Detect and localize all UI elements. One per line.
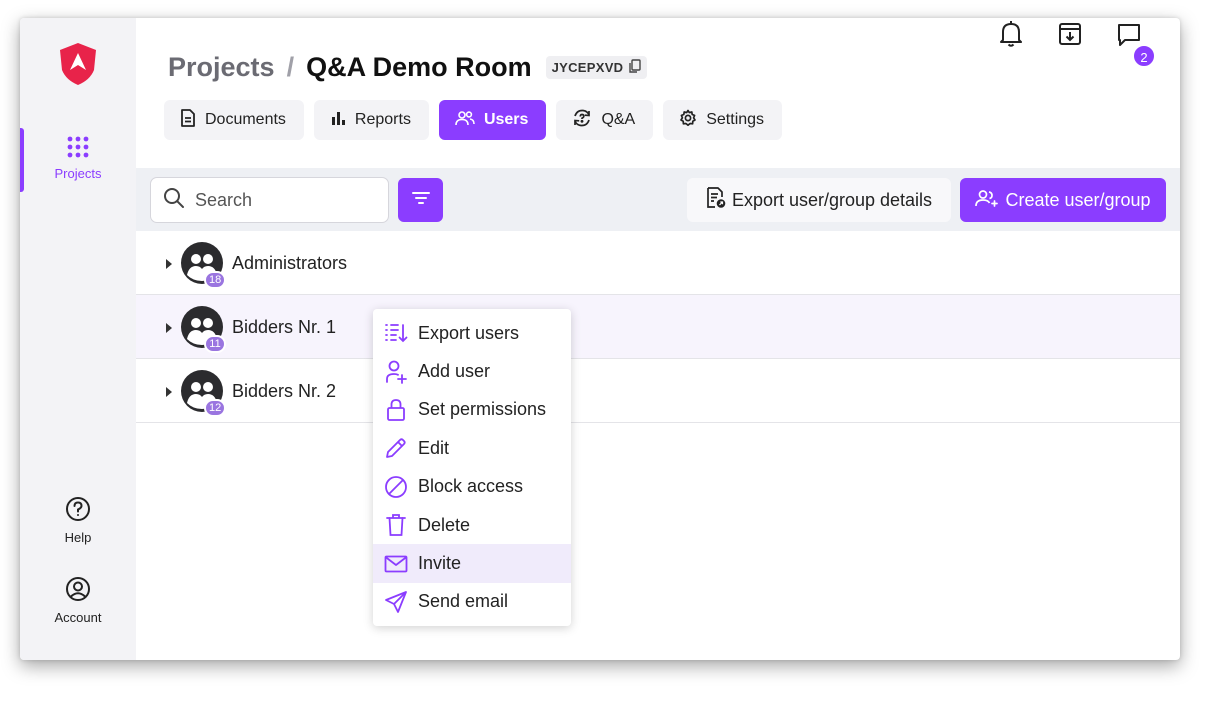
tab-label: Settings bbox=[706, 111, 765, 128]
chat-icon[interactable] bbox=[1116, 18, 1142, 48]
menu-item-send-email[interactable]: Send email bbox=[373, 583, 571, 621]
add-users-icon bbox=[975, 189, 999, 212]
create-user-group-button[interactable]: Create user/group bbox=[960, 178, 1166, 222]
search-box bbox=[150, 177, 389, 223]
search-input[interactable] bbox=[195, 189, 375, 211]
menu-item-delete[interactable]: Delete bbox=[373, 506, 571, 544]
group-name: Administrators bbox=[232, 253, 348, 273]
grid-dots-icon bbox=[20, 136, 136, 161]
block-icon bbox=[383, 475, 409, 499]
copy-icon[interactable] bbox=[628, 58, 642, 76]
expand-caret-icon[interactable] bbox=[165, 321, 173, 339]
sync-question-icon bbox=[572, 108, 592, 133]
menu-item-export-users[interactable]: Export users bbox=[373, 314, 571, 352]
menu-item-label: Edit bbox=[418, 437, 450, 458]
page-title: Q&A Demo Room bbox=[306, 51, 532, 82]
menu-item-label: Delete bbox=[418, 514, 471, 535]
group-name: Bidders Nr. 1 bbox=[232, 317, 337, 337]
bell-icon[interactable] bbox=[998, 18, 1024, 48]
group-row-bidders-2[interactable]: 12 Bidders Nr. 2 bbox=[136, 359, 1180, 423]
tab-documents[interactable]: Documents bbox=[164, 100, 304, 140]
sidebar-item-label: Projects bbox=[54, 166, 102, 181]
pencil-icon bbox=[383, 437, 409, 459]
menu-item-block-access[interactable]: Block access bbox=[373, 468, 571, 506]
tab-reports[interactable]: Reports bbox=[313, 100, 429, 140]
sidebar-item-help[interactable]: Help bbox=[20, 496, 136, 545]
bar-chart-icon bbox=[330, 110, 346, 131]
menu-item-edit[interactable]: Edit bbox=[373, 429, 571, 467]
user-circle-icon bbox=[20, 576, 136, 605]
download-box-icon[interactable] bbox=[1057, 18, 1083, 48]
group-row-bidders-1[interactable]: 11 Bidders Nr. 1 bbox=[136, 295, 1180, 359]
export-list-icon bbox=[383, 322, 409, 344]
export-button-label: Export user/group details bbox=[731, 189, 933, 210]
group-context-menu: Export users Add user Set permissions Ed… bbox=[373, 309, 571, 627]
trash-icon bbox=[383, 513, 409, 537]
tab-settings[interactable]: Settings bbox=[663, 100, 783, 140]
users-icon bbox=[455, 110, 475, 131]
group-member-count-badge: 18 bbox=[204, 271, 227, 289]
breadcrumb-projects-link[interactable]: Projects bbox=[168, 52, 275, 83]
sidebar-item-label: Help bbox=[64, 530, 92, 545]
group-name: Bidders Nr. 2 bbox=[232, 381, 337, 401]
menu-item-label: Invite bbox=[418, 553, 462, 574]
menu-item-invite[interactable]: Invite bbox=[373, 544, 571, 583]
expand-caret-icon[interactable] bbox=[165, 257, 173, 275]
notification-badge: 2 bbox=[1132, 44, 1156, 68]
group-row-administrators[interactable]: 18 Administrators bbox=[136, 231, 1180, 295]
lock-icon bbox=[383, 398, 409, 422]
sidebar-item-projects[interactable]: Projects bbox=[20, 136, 136, 181]
document-icon bbox=[180, 108, 196, 132]
room-code-text: JYCEPXVD bbox=[551, 59, 624, 75]
menu-item-label: Set permissions bbox=[418, 399, 547, 420]
breadcrumb-separator: / bbox=[286, 51, 295, 82]
sidebar-item-account[interactable]: Account bbox=[20, 576, 136, 625]
room-code-badge[interactable]: JYCEPXVD bbox=[545, 55, 648, 79]
export-user-group-details-button[interactable]: Export user/group details bbox=[687, 178, 951, 222]
tab-label: Users bbox=[483, 111, 529, 128]
search-icon bbox=[163, 187, 185, 214]
menu-item-add-user[interactable]: Add user bbox=[373, 352, 571, 390]
tab-label: Reports bbox=[354, 111, 411, 128]
tab-qa[interactable]: Q&A bbox=[556, 100, 654, 140]
tab-users[interactable]: Users bbox=[438, 100, 547, 140]
menu-item-label: Block access bbox=[418, 476, 524, 497]
users-toolbar: Export user/group details Create user/gr… bbox=[136, 168, 1180, 231]
question-circle-icon bbox=[20, 496, 136, 525]
create-button-label: Create user/group bbox=[1005, 189, 1151, 210]
menu-item-set-permissions[interactable]: Set permissions bbox=[373, 391, 571, 429]
export-document-icon bbox=[706, 186, 726, 214]
tab-label: Documents bbox=[205, 111, 286, 128]
menu-item-label: Export users bbox=[418, 322, 520, 343]
expand-caret-icon[interactable] bbox=[165, 385, 173, 403]
tab-bar: Documents Reports Users Q&A Settings bbox=[164, 100, 783, 140]
sidebar: Projects Help Account bbox=[20, 18, 136, 660]
add-user-icon bbox=[383, 360, 409, 384]
group-list: 18 Administrators 11 Bidders Nr. 1 12 Bi… bbox=[136, 231, 1180, 423]
tab-label: Q&A bbox=[601, 111, 636, 128]
breadcrumb: Projects / Q&A Demo Room JYCEPXVD bbox=[168, 48, 648, 86]
group-member-count-badge: 11 bbox=[204, 335, 226, 353]
envelope-icon bbox=[383, 555, 409, 573]
menu-item-label: Send email bbox=[418, 591, 509, 612]
sidebar-item-label: Account bbox=[54, 610, 102, 625]
filter-button[interactable] bbox=[398, 178, 443, 222]
filter-icon bbox=[411, 191, 430, 210]
gear-icon bbox=[679, 109, 697, 132]
app-window: Projects Help Account Projects / Q&A Dem… bbox=[20, 18, 1180, 660]
shield-logo-icon[interactable] bbox=[58, 42, 98, 86]
send-icon bbox=[383, 590, 409, 614]
menu-item-label: Add user bbox=[418, 361, 491, 382]
group-member-count-badge: 12 bbox=[204, 399, 227, 417]
